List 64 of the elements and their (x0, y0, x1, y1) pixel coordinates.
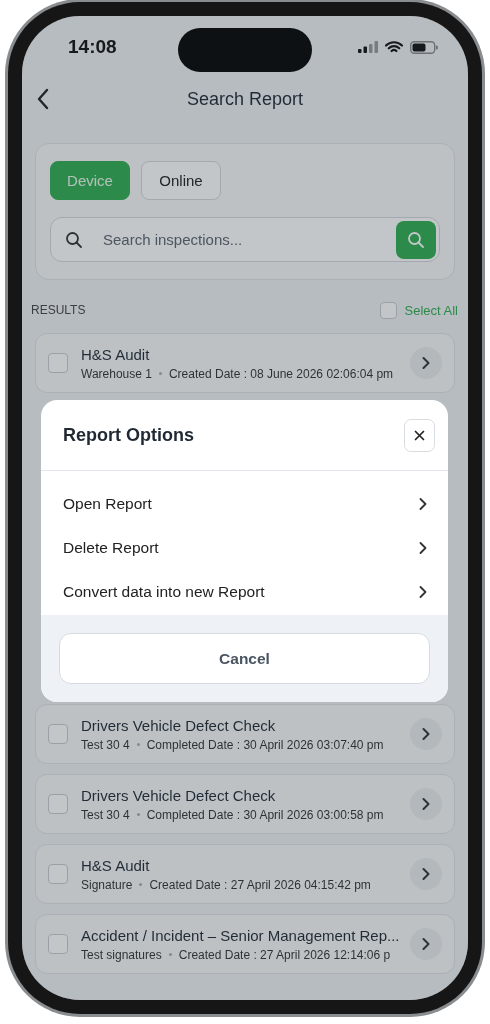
back-icon[interactable] (36, 88, 50, 110)
search-icon (65, 230, 83, 249)
report-title: H&S Audit (81, 856, 151, 874)
chevron-right-icon (421, 727, 431, 741)
status-time: 14:08 (68, 36, 117, 58)
close-button[interactable] (404, 418, 435, 452)
report-checkbox[interactable] (48, 794, 68, 814)
source-tab[interactable]: Online (141, 161, 221, 200)
cancel-button[interactable]: Cancel (59, 633, 430, 684)
chevron-button[interactable] (410, 788, 442, 820)
chevron-button[interactable] (410, 928, 442, 960)
report-card[interactable]: H&S Audit Signature Created Date : 27 April 2026 04:15:42 pm (35, 844, 455, 904)
report-location: Warehouse 1 (81, 366, 152, 381)
report-date: Created Date : 27 April 2026 04:15:42 pm (149, 877, 371, 892)
report-title: Accident / Incident – Senior Management Rep... (81, 926, 401, 944)
report-date: Completed Date : 30 April 2026 03:00:58 pm (146, 807, 384, 822)
search-icon (407, 230, 425, 249)
report-date: Created Date : 08 June 2026 02:06:04 pm (168, 366, 394, 381)
wifi-icon (385, 40, 403, 54)
chevron-right-icon (418, 585, 428, 599)
report-card[interactable]: H&S Audit Warehouse 1 Created Date : 08 June 2026 02:06:04 pm (35, 333, 455, 393)
separator-dot (136, 743, 140, 746)
report-card[interactable]: Accident / Incident – Senior Management Rep... Test signatures Created Date : 27 April 2026 12:14:06 p (35, 914, 455, 974)
option-item[interactable]: Convert data into new Report (63, 570, 428, 614)
dialog-title: Report Options (63, 424, 194, 446)
report-title: H&S Audit (81, 345, 151, 363)
report-checkbox[interactable] (48, 864, 68, 884)
report-checkbox[interactable] (48, 353, 68, 373)
report-location: Test 30 4 (81, 737, 130, 752)
chevron-right-icon (421, 937, 431, 951)
chevron-right-icon (421, 867, 431, 881)
search-input[interactable]: Search inspections... (101, 230, 378, 249)
separator-dot (139, 883, 143, 886)
chevron-right-icon (421, 797, 431, 811)
option-item[interactable]: Open Report (63, 482, 428, 526)
report-card[interactable]: Drivers Vehicle Defect Check Test 30 4 Completed Date : 30 April 2026 03:07:40 pm (35, 704, 455, 764)
search-button[interactable] (396, 220, 436, 259)
report-title: Drivers Vehicle Defect Check (81, 786, 277, 804)
report-location: Test 30 4 (81, 807, 130, 822)
report-date: Created Date : 27 April 2026 12:14:06 p (178, 947, 391, 962)
chevron-button[interactable] (410, 347, 442, 379)
separator-dot (168, 953, 172, 956)
option-item[interactable]: Delete Report (63, 526, 428, 570)
report-date: Completed Date : 30 April 2026 03:07:40 pm (146, 737, 384, 752)
report-card[interactable]: Drivers Vehicle Defect Check Test 30 4 Completed Date : 30 April 2026 03:00:58 pm (35, 774, 455, 834)
chevron-right-icon (418, 497, 428, 511)
chevron-button[interactable] (410, 858, 442, 890)
report-title: Drivers Vehicle Defect Check (81, 716, 277, 734)
close-icon (414, 429, 425, 441)
report-location: Test signatures (81, 947, 162, 962)
chevron-right-icon (421, 356, 431, 370)
results-label: RESULTS (31, 303, 86, 317)
select-all-checkbox[interactable] (379, 301, 397, 319)
chevron-right-icon (418, 541, 428, 555)
report-checkbox[interactable] (48, 934, 68, 954)
signal-icon (358, 41, 378, 53)
chevron-button[interactable] (410, 718, 442, 750)
separator-dot (158, 372, 162, 375)
battery-icon (410, 40, 438, 54)
report-checkbox[interactable] (48, 724, 68, 744)
screen-title: Search Report (186, 88, 304, 110)
search-field[interactable]: Search inspections... (50, 217, 440, 262)
separator-dot (136, 813, 140, 816)
report-location: Signature (81, 877, 133, 892)
